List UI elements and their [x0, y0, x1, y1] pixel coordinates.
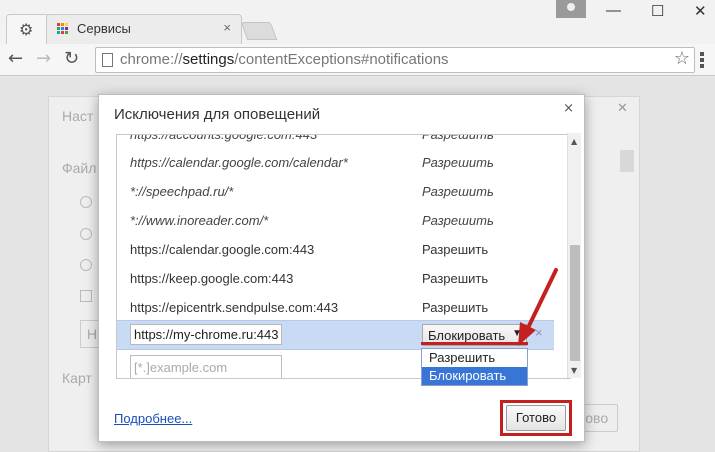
window-close-button[interactable]: ✕: [694, 2, 707, 20]
annotation-highlight-box: [500, 400, 572, 436]
dialog-close-icon[interactable]: ×: [563, 101, 574, 116]
tab-close-icon[interactable]: ×: [223, 20, 231, 35]
bg-radio: [80, 228, 92, 240]
page-icon: [102, 53, 113, 67]
bg-maps: Карт: [62, 370, 92, 386]
bg-radio: [80, 259, 92, 271]
learn-more-link[interactable]: Подробнее...: [114, 411, 192, 426]
reload-button[interactable]: ↻: [64, 48, 79, 69]
dialog-title: Исключения для оповещений: [114, 106, 321, 123]
exception-pattern: *://speechpad.ru/*: [130, 184, 234, 199]
behavior-dropdown: Разрешить Блокировать: [421, 348, 528, 386]
new-pattern-input[interactable]: [*.]example.com: [130, 355, 282, 378]
list-item[interactable]: *://www.inoreader.com/* Разрешить: [117, 207, 554, 235]
exception-behavior: Разрешить: [422, 213, 494, 228]
gear-icon: ⚙: [19, 20, 34, 39]
exception-pattern: https://calendar.google.com:443: [130, 242, 315, 257]
title-bar: ⚙ Сервисы × — ☐ ✕: [0, 0, 715, 44]
bg-radio: [80, 196, 92, 208]
exception-behavior: Разрешить: [422, 242, 489, 257]
bg-checkbox: [80, 290, 92, 302]
exception-pattern: *://www.inoreader.com/*: [130, 213, 269, 228]
annotation-arrow-icon: [518, 268, 558, 346]
bookmark-star-icon[interactable]: ☆: [674, 48, 690, 69]
pattern-input[interactable]: https://my-chrome.ru:443: [130, 324, 282, 345]
exception-pattern: https://keep.google.com:443: [130, 271, 294, 286]
new-tab-button[interactable]: [240, 22, 278, 40]
behavior-select-value: Блокировать: [428, 328, 506, 343]
list-item[interactable]: https://calendar.google.com:443 Разрешит…: [117, 236, 554, 264]
maximize-button[interactable]: ☐: [651, 2, 664, 20]
exception-pattern: https://accounts.google.com:443: [130, 134, 318, 142]
exception-pattern: https://epicentrk.sendpulse.com:443: [130, 300, 339, 315]
scroll-down-icon[interactable]: ▼: [571, 366, 577, 375]
list-item[interactable]: https://epicentrk.sendpulse.com:443 Разр…: [117, 294, 554, 322]
tab-title: Сервисы: [77, 21, 131, 36]
chrome-menu-icon[interactable]: [700, 52, 704, 68]
exception-behavior: Разрешить: [422, 184, 494, 199]
list-item[interactable]: https://keep.google.com:443 Разрешить: [117, 265, 554, 293]
list-item[interactable]: https://calendar.google.com/calendar* Ра…: [117, 149, 554, 177]
exception-behavior: Разрешить: [422, 271, 489, 286]
tab-services[interactable]: Сервисы ×: [46, 14, 242, 44]
tab-settings[interactable]: ⚙: [6, 14, 50, 44]
bg-scrollbar: [620, 150, 634, 172]
bg-section: Файл: [62, 160, 97, 176]
list-item[interactable]: *://speechpad.ru/* Разрешить: [117, 178, 554, 206]
forward-button[interactable]: →: [36, 48, 51, 69]
bg-heading: Наст: [62, 108, 94, 124]
bg-close-icon: ✕: [617, 100, 628, 115]
back-button[interactable]: ←: [8, 48, 23, 69]
exception-behavior: Разрешить: [422, 300, 489, 315]
browser-toolbar: ← → ↻ chrome://settings/contentException…: [0, 44, 715, 76]
scroll-thumb[interactable]: [570, 245, 580, 361]
user-profile-icon[interactable]: [556, 0, 586, 18]
apps-grid-icon: [57, 23, 69, 35]
exception-pattern: https://calendar.google.com/calendar*: [130, 155, 348, 170]
scroll-up-icon[interactable]: ▲: [571, 137, 577, 146]
minimize-button[interactable]: —: [606, 2, 621, 19]
address-bar[interactable]: chrome://settings/contentExceptions#noti…: [95, 47, 695, 73]
exception-behavior: Разрешить: [422, 134, 494, 142]
option-block[interactable]: Блокировать: [422, 367, 527, 385]
exception-behavior: Разрешить: [422, 155, 494, 170]
url-text: chrome://settings/contentExceptions#noti…: [120, 51, 449, 68]
editing-row[interactable]: https://my-chrome.ru:443 Блокировать ▼ ×: [117, 320, 554, 350]
